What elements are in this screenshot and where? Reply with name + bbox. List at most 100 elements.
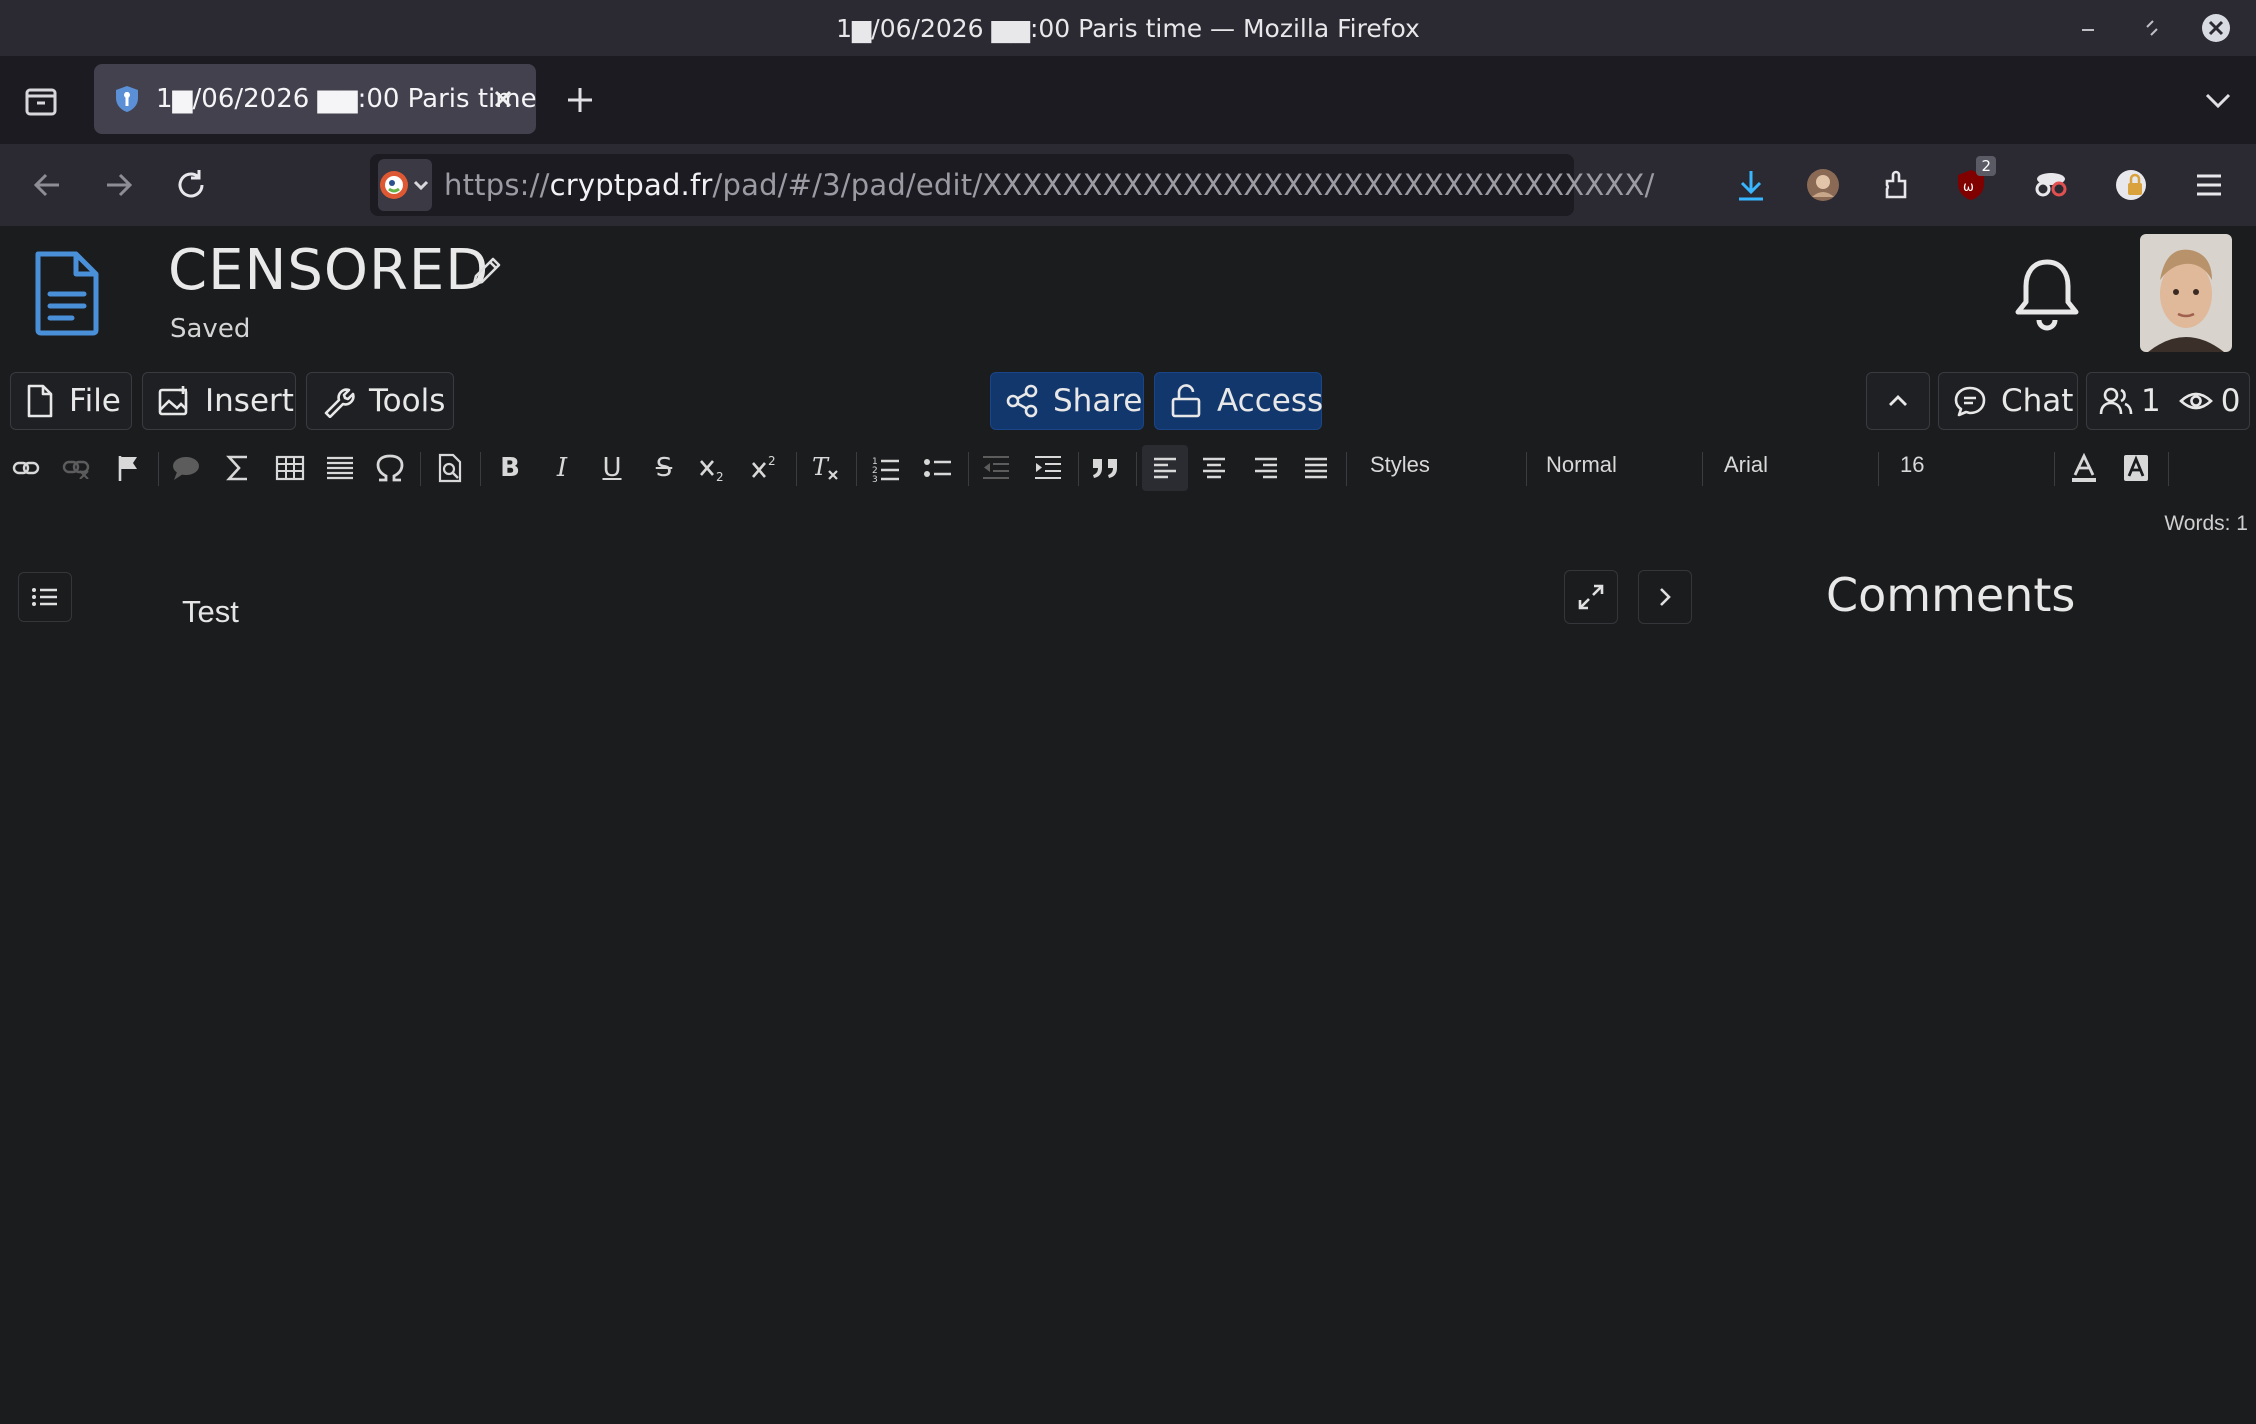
font-size-dropdown[interactable]: 16 (1900, 452, 1924, 478)
blockquote-icon[interactable] (1086, 448, 1126, 488)
toolbar-separator (968, 452, 969, 486)
chat-button[interactable]: Chat (1938, 372, 2078, 430)
url-scheme: https:// (444, 168, 550, 202)
bulleted-list-icon[interactable] (918, 448, 958, 488)
toolbar-separator (1136, 452, 1137, 486)
url-text[interactable]: https://cryptpad.fr/pad/#/3/pad/edit/XXX… (444, 168, 1655, 202)
file-menu-button[interactable]: File (10, 372, 132, 430)
link-icon[interactable] (6, 448, 46, 488)
list-icon (31, 586, 59, 608)
download-icon[interactable] (1728, 162, 1774, 208)
subscript-icon[interactable]: 2 (694, 448, 734, 488)
indent-icon[interactable] (1028, 448, 1068, 488)
toolbar-separator (1526, 452, 1527, 486)
insert-menu-button[interactable]: Insert (142, 372, 296, 430)
active-tab[interactable]: 1▆/06/2026 ▆▆:00 Paris time (94, 64, 537, 134)
pencil-icon[interactable] (466, 252, 506, 292)
menu-icon[interactable] (2186, 162, 2232, 208)
toolbar-separator (1346, 452, 1347, 486)
profile-icon[interactable] (1800, 162, 1846, 208)
special-character-icon[interactable] (370, 448, 410, 488)
toolbar-separator (480, 452, 481, 486)
minimize-icon[interactable] (2070, 10, 2106, 46)
chat-icon (1953, 384, 1987, 418)
file-menu-label: File (69, 383, 121, 419)
user-avatar[interactable] (2140, 234, 2232, 352)
strikethrough-icon[interactable]: S (644, 448, 684, 488)
viewers-count: 0 (2220, 383, 2241, 419)
toolbar-separator (1078, 452, 1079, 486)
back-icon[interactable] (24, 162, 70, 208)
svg-text:2: 2 (768, 454, 776, 468)
toolbar-separator (1878, 452, 1879, 486)
align-right-icon[interactable] (1246, 448, 1286, 488)
unlink-icon[interactable] (56, 448, 96, 488)
users-button[interactable]: 1 0 (2086, 372, 2250, 430)
tools-menu-label: Tools (369, 383, 446, 419)
new-tab-icon[interactable] (560, 80, 600, 120)
share-icon (1005, 384, 1039, 418)
notification-bell-icon[interactable] (2012, 256, 2082, 332)
align-center-icon[interactable] (1194, 448, 1234, 488)
file-icon (25, 384, 55, 418)
lock-extension-icon[interactable] (2108, 162, 2154, 208)
document-body-text[interactable]: Test (182, 594, 239, 630)
chevron-down-icon (410, 174, 432, 196)
url-bar[interactable]: https://cryptpad.fr/pad/#/3/pad/edit/XXX… (370, 154, 1654, 216)
ublock-icon[interactable]: ω 2 (1948, 156, 1996, 208)
access-label: Access (1217, 383, 1324, 419)
toolbar-separator (1702, 452, 1703, 486)
text-color-icon[interactable] (2064, 448, 2104, 488)
underline-icon[interactable]: U (592, 448, 632, 488)
italic-icon[interactable]: I (542, 448, 582, 488)
expand-button[interactable] (1564, 570, 1618, 624)
restore-icon[interactable] (2134, 10, 2170, 46)
close-window-icon[interactable] (2198, 10, 2234, 46)
math-sigma-icon[interactable] (218, 448, 258, 488)
url-path: /pad/#/3/pad/edit/XXXXXXXXXXXXXXXXXXXXXX… (712, 168, 1655, 202)
preview-icon[interactable] (430, 448, 470, 488)
outline-toggle-button[interactable] (18, 572, 72, 622)
background-color-icon[interactable] (2116, 448, 2156, 488)
tab-list-chevron-icon[interactable] (2198, 80, 2238, 120)
comment-icon[interactable] (166, 448, 206, 488)
reload-icon[interactable] (168, 162, 214, 208)
comments-heading: Comments (1826, 568, 2076, 622)
eye-icon (2178, 389, 2213, 413)
chevron-up-icon (1884, 387, 1912, 415)
expand-icon (1576, 582, 1606, 612)
share-button[interactable]: Share (990, 372, 1144, 430)
site-identity-button[interactable] (378, 159, 432, 211)
collapse-toolbar-button[interactable] (1866, 372, 1930, 430)
extensions-icon[interactable] (1874, 162, 1920, 208)
format-dropdown[interactable]: Normal (1546, 452, 1617, 478)
align-justify-icon[interactable] (1296, 448, 1336, 488)
table-icon[interactable] (270, 448, 310, 488)
tools-menu-button[interactable]: Tools (306, 372, 454, 430)
anchor-flag-icon[interactable] (108, 448, 148, 488)
chevron-right-icon (1653, 585, 1677, 609)
outdent-icon[interactable] (976, 448, 1016, 488)
formatting-toolbar: B I U S 2 2 T 123 Styles Normal Arial 16 (0, 442, 2256, 494)
numbered-list-icon[interactable]: 123 (866, 448, 906, 488)
forward-icon[interactable] (96, 162, 142, 208)
align-left-icon[interactable] (1142, 445, 1188, 491)
svg-text:3: 3 (872, 475, 878, 482)
close-tab-icon[interactable] (488, 84, 518, 114)
wrench-icon (321, 384, 355, 418)
tab-overview-icon[interactable] (20, 80, 62, 122)
toggle-comments-button[interactable] (1638, 570, 1692, 624)
horizontal-rule-icon[interactable] (320, 448, 360, 488)
document-title[interactable]: CENSORED (168, 238, 489, 303)
access-button[interactable]: Access (1154, 372, 1324, 430)
remove-format-icon[interactable]: T (806, 448, 846, 488)
privacy-icon[interactable] (2028, 162, 2074, 208)
styles-dropdown[interactable]: Styles (1370, 452, 1430, 478)
bold-icon[interactable]: B (490, 448, 530, 488)
font-dropdown[interactable]: Arial (1724, 452, 1768, 478)
superscript-icon[interactable]: 2 (746, 448, 786, 488)
toolbar-separator (2054, 452, 2055, 486)
insert-menu-label: Insert (205, 383, 294, 419)
svg-text:ω: ω (1963, 180, 1974, 195)
chat-label: Chat (2001, 383, 2074, 419)
